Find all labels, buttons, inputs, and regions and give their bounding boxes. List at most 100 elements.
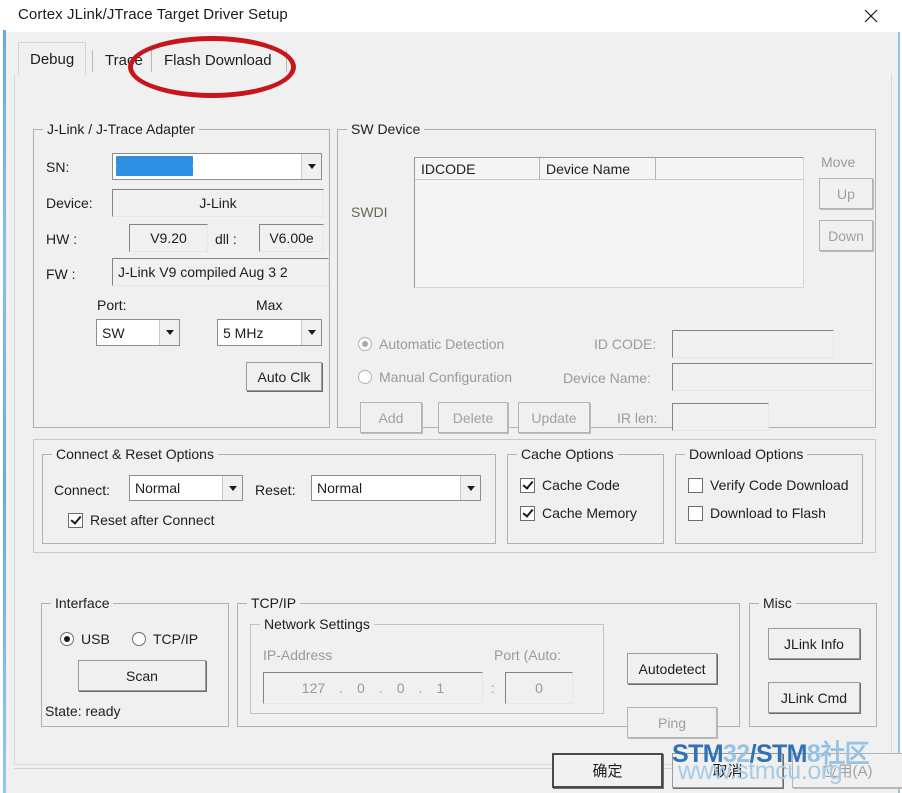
ip-address-field[interactable]: 127 . 0 . 0 . 1 — [263, 672, 483, 704]
ir-len-field[interactable] — [672, 403, 769, 431]
radio-tcpip-dot — [132, 632, 146, 646]
reset-combobox[interactable]: Normal — [311, 475, 481, 501]
port-colon: : — [491, 680, 495, 696]
group-cache-options-legend: Cache Options — [517, 446, 618, 462]
move-down-button[interactable]: Down — [819, 220, 873, 251]
tab-separator-3 — [286, 50, 287, 72]
tab-flash-download[interactable]: Flash Download — [153, 46, 283, 74]
sw-device-table-header: IDCODE Device Name — [415, 158, 803, 180]
sn-dropdown-arrow[interactable] — [301, 154, 321, 179]
port-auto-label: Port (Auto: — [494, 647, 561, 663]
checkbox-verify-code-download-box — [688, 477, 703, 493]
checkbox-reset-after-connect[interactable]: Reset after Connect — [68, 512, 215, 528]
dialog-window: Cortex JLink/JTrace Target Driver Setup … — [0, 0, 902, 793]
delete-button[interactable]: Delete — [438, 402, 508, 433]
tab-page-debug: J-Link / J-Trace Adapter SN: Device: J-L… — [14, 74, 892, 765]
ip-octet-3: 0 — [396, 680, 405, 696]
id-code-label: ID CODE: — [594, 336, 657, 352]
sn-label: SN: — [46, 159, 70, 175]
add-button[interactable]: Add — [360, 402, 422, 433]
radio-manual-configuration-label: Manual Configuration — [379, 369, 513, 385]
title-bar: Cortex JLink/JTrace Target Driver Setup — [6, 0, 900, 32]
jlink-cmd-button[interactable]: JLink Cmd — [768, 682, 860, 713]
hw-value-field: V9.20 — [129, 224, 208, 252]
autodetect-button[interactable]: Autodetect — [627, 653, 717, 684]
ip-dot-1: . — [339, 680, 344, 696]
tab-debug[interactable]: Debug — [18, 42, 87, 75]
sw-device-table-body — [415, 180, 803, 287]
device-name-label: Device Name: — [563, 370, 651, 386]
connect-combobox[interactable]: Normal — [129, 475, 243, 501]
sw-device-table[interactable]: IDCODE Device Name — [414, 157, 804, 288]
checkbox-cache-code-label: Cache Code — [542, 477, 620, 493]
port-combobox[interactable]: SW — [96, 319, 180, 346]
column-header-blank — [656, 158, 803, 180]
port-field[interactable]: 0 — [505, 672, 573, 704]
jlink-info-button[interactable]: JLink Info — [768, 628, 860, 659]
max-clock-combobox[interactable]: 5 MHz — [217, 319, 322, 346]
radio-usb-dot — [60, 632, 74, 646]
radio-manual-configuration[interactable]: Manual Configuration — [358, 369, 512, 385]
ping-button[interactable]: Ping — [627, 707, 717, 738]
port-value: SW — [102, 324, 125, 341]
ip-dot-2: . — [378, 680, 383, 696]
chevron-down-icon — [466, 485, 475, 491]
column-header-idcode: IDCODE — [415, 158, 540, 180]
max-clock-dropdown-arrow[interactable] — [301, 320, 321, 345]
group-jlink-adapter: J-Link / J-Trace Adapter SN: Device: J-L… — [33, 121, 330, 428]
interface-state-label: State: ready — [45, 703, 121, 719]
radio-automatic-detection[interactable]: Automatic Detection — [358, 336, 504, 352]
reset-dropdown-arrow[interactable] — [460, 476, 480, 500]
device-name-field[interactable] — [672, 363, 873, 391]
port-label: Port: — [97, 297, 127, 313]
chevron-down-icon — [307, 164, 316, 169]
group-tcpip-legend: TCP/IP — [247, 595, 301, 611]
group-download-options: Download Options Verify Code Download Do… — [675, 446, 863, 544]
checkbox-verify-code-download[interactable]: Verify Code Download — [688, 477, 849, 493]
group-cache-options: Cache Options Cache Code Cache Memory — [507, 446, 664, 544]
window-title: Cortex JLink/JTrace Target Driver Setup — [18, 6, 288, 23]
scan-button[interactable]: Scan — [78, 660, 206, 691]
group-network-settings: Network Settings IP-Address Port (Auto: … — [250, 616, 604, 714]
cancel-button[interactable]: 取消 — [672, 753, 783, 788]
close-icon — [864, 9, 878, 23]
tab-trace-label: Trace — [105, 51, 143, 69]
group-jlink-adapter-legend: J-Link / J-Trace Adapter — [43, 121, 200, 137]
reset-label: Reset: — [255, 482, 296, 498]
radio-tcpip-label: TCP/IP — [153, 631, 199, 647]
fw-label: FW : — [46, 266, 76, 282]
device-value-field: J-Link — [112, 189, 324, 217]
auto-clk-button[interactable]: Auto Clk — [246, 362, 322, 391]
tab-trace[interactable]: Trace — [94, 46, 154, 74]
move-label: Move — [821, 154, 856, 170]
radio-usb[interactable]: USB — [60, 631, 110, 647]
checkbox-reset-after-connect-label: Reset after Connect — [90, 512, 215, 528]
checkbox-cache-memory-box — [520, 505, 535, 521]
checkbox-cache-code[interactable]: Cache Code — [520, 477, 620, 493]
move-up-button[interactable]: Up — [819, 178, 873, 209]
dll-value-field: V6.00e — [259, 224, 324, 252]
ok-button[interactable]: 确定 — [552, 753, 663, 788]
port-dropdown-arrow[interactable] — [159, 320, 179, 345]
radio-usb-label: USB — [81, 631, 110, 647]
ip-address-label: IP-Address — [263, 647, 333, 663]
apply-button[interactable]: 应用(A) — [792, 753, 902, 788]
ip-octet-1: 127 — [301, 680, 326, 696]
checkbox-download-to-flash-label: Download to Flash — [710, 505, 826, 521]
checkbox-reset-after-connect-box — [68, 512, 83, 528]
id-code-field[interactable] — [672, 330, 834, 358]
group-interface-legend: Interface — [51, 595, 114, 611]
checkbox-download-to-flash[interactable]: Download to Flash — [688, 505, 826, 521]
fw-value-field: J-Link V9 compiled Aug 3 2 — [112, 258, 329, 286]
connect-label: Connect: — [54, 482, 111, 498]
connect-dropdown-arrow[interactable] — [222, 476, 242, 500]
ip-octet-4: 1 — [436, 680, 445, 696]
window-right-edge-artifact — [898, 0, 900, 793]
close-button[interactable] — [848, 0, 894, 32]
radio-tcpip[interactable]: TCP/IP — [132, 631, 198, 647]
checkbox-download-to-flash-box — [688, 505, 703, 521]
group-sw-device-legend: SW Device — [347, 121, 425, 137]
update-button[interactable]: Update — [518, 402, 590, 433]
group-connect-reset-options: Connect & Reset Options Connect: Normal … — [42, 446, 496, 544]
checkbox-cache-memory[interactable]: Cache Memory — [520, 505, 637, 521]
